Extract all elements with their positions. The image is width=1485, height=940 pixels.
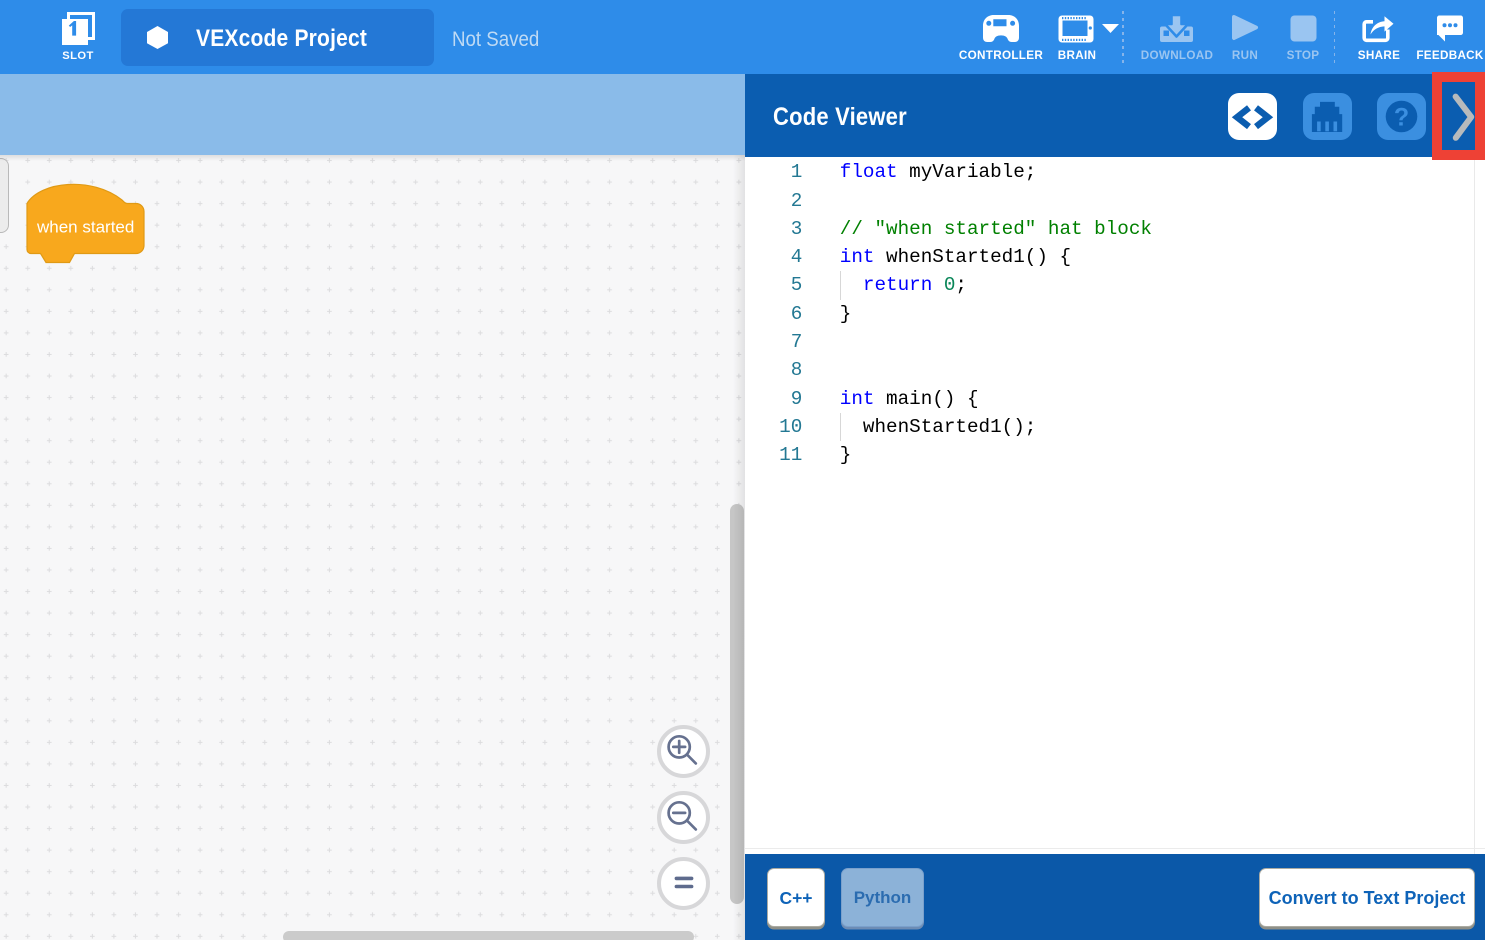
svg-text:?: ? bbox=[1394, 104, 1409, 132]
svg-text:when started: when started bbox=[36, 218, 134, 237]
